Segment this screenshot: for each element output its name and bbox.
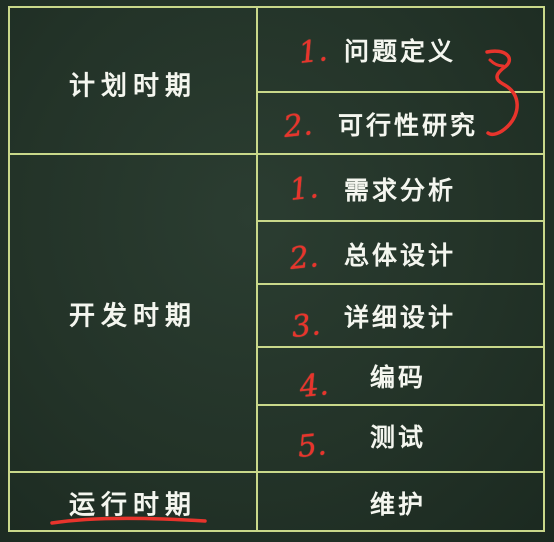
stage-problem-definition: 问题定义: [343, 37, 457, 66]
phase-label-planning: 计划时期: [68, 71, 198, 102]
phase-divider-1: [8, 153, 545, 155]
table-border-right: [543, 6, 545, 532]
table-border-left: [8, 6, 10, 532]
table-border-top: [8, 6, 545, 8]
phase-divider-2: [8, 471, 545, 473]
annotation-number: 3.: [289, 307, 323, 345]
phase-label-development: 开发时期: [68, 301, 198, 332]
annotation-number: 4.: [297, 367, 331, 405]
stage-divider: [256, 220, 545, 222]
annotation-number: 1.: [287, 170, 321, 208]
annotation-number: 2.: [287, 239, 321, 277]
annotation-number: 1.: [296, 33, 330, 71]
stage-detailed-design: 详细设计: [343, 303, 457, 332]
stage-divider: [256, 404, 545, 406]
chalkboard: 计划时期 开发时期 运行时期 问题定义 可行性研究 需求分析 总体设计 详细设计…: [0, 0, 554, 542]
column-divider: [256, 6, 258, 532]
stage-feasibility-study: 可行性研究: [337, 111, 479, 140]
annotation-number: 2.: [281, 107, 315, 145]
stage-divider: [256, 346, 545, 348]
stage-divider: [256, 283, 545, 285]
annotation-number: 5.: [295, 427, 329, 465]
phase-label-operation: 运行时期: [68, 490, 198, 521]
stage-divider: [256, 91, 545, 93]
stage-overall-design: 总体设计: [343, 241, 457, 270]
stage-testing: 测试: [369, 423, 427, 452]
lifecycle-table: 计划时期 开发时期 运行时期 问题定义 可行性研究 需求分析 总体设计 详细设计…: [8, 6, 545, 532]
stage-coding: 编码: [369, 363, 427, 392]
stage-maintenance: 维护: [369, 490, 427, 519]
table-border-bottom: [8, 530, 545, 532]
stage-requirements-analysis: 需求分析: [343, 176, 457, 205]
